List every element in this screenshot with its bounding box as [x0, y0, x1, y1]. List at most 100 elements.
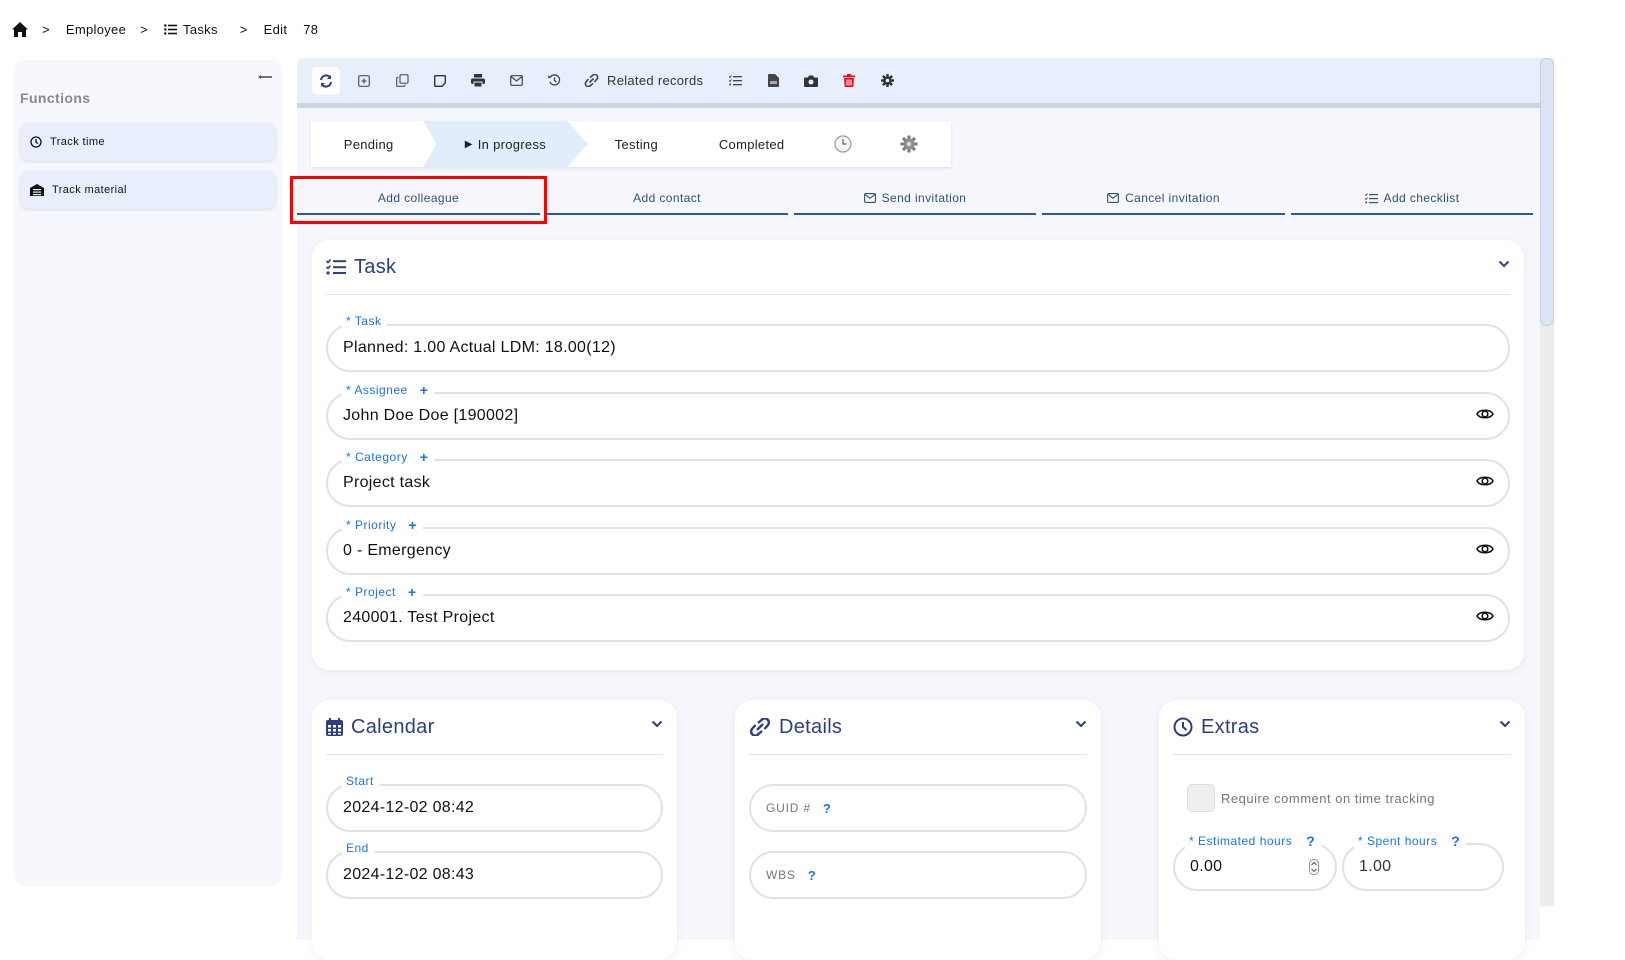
action-label: Add checklist — [1383, 191, 1460, 205]
home-icon[interactable] — [12, 21, 28, 37]
help-icon[interactable]: ? — [1451, 833, 1460, 849]
eye-icon[interactable] — [1476, 542, 1494, 556]
action-tabs: Add colleague Add contact Send invitatio… — [290, 176, 1540, 224]
step-testing[interactable]: Testing — [587, 121, 685, 167]
step-in-progress[interactable]: ▶ In progress — [423, 121, 588, 167]
sidebar-title: Functions — [20, 90, 91, 106]
field-label: * Project + — [342, 584, 423, 600]
vertical-scrollbar[interactable] — [1540, 58, 1554, 906]
refresh-button[interactable] — [312, 66, 340, 95]
eye-icon[interactable] — [1476, 407, 1494, 421]
field-placeholder: WBS? — [766, 868, 816, 883]
camera-button[interactable] — [797, 67, 825, 95]
chevron-down-icon[interactable] — [1498, 260, 1510, 268]
calendar-icon — [326, 718, 343, 736]
chevron-down-icon[interactable] — [651, 720, 663, 728]
clock-icon — [30, 136, 42, 148]
refresh-icon — [320, 73, 332, 88]
field-label: * Category + — [342, 449, 435, 465]
related-records-button[interactable]: Related records — [584, 73, 703, 88]
checklist-button[interactable] — [721, 67, 749, 95]
add-project-button[interactable]: + — [408, 584, 417, 600]
task-field[interactable]: * Task Planned: 1.00 Actual LDM: 18.00(1… — [326, 314, 1510, 372]
step-clock-button[interactable] — [818, 121, 867, 167]
add-assignee-button[interactable]: + — [420, 382, 429, 398]
email-button[interactable] — [502, 67, 530, 95]
scrollbar-thumb[interactable] — [1540, 58, 1554, 326]
field-value: Project task — [343, 474, 431, 491]
checklist-icon — [1364, 192, 1378, 203]
chevron-right-icon: > — [239, 21, 248, 37]
plus-square-icon — [358, 74, 370, 87]
field-label: * Spent hours? — [1354, 833, 1467, 849]
number-stepper-icon[interactable] — [1309, 859, 1319, 875]
field-placeholder: GUID #? — [766, 801, 832, 816]
help-icon[interactable]: ? — [808, 868, 817, 883]
add-colleague-button[interactable]: Add colleague — [290, 176, 547, 224]
breadcrumb-tasks[interactable]: Tasks — [164, 22, 218, 37]
step-pending[interactable]: Pending — [311, 121, 426, 167]
field-label: Start — [342, 774, 380, 788]
field-label: * Task — [342, 314, 388, 328]
chevron-down-icon[interactable] — [1499, 720, 1511, 728]
pdf-button[interactable] — [759, 67, 787, 95]
camera-icon — [804, 75, 819, 87]
collapse-left-icon[interactable] — [258, 68, 274, 80]
copy-button[interactable] — [388, 67, 416, 95]
delete-button[interactable] — [835, 67, 863, 95]
extras-card-header: Extras — [1173, 700, 1511, 755]
sidebar-item-track-time[interactable]: Track time — [20, 123, 276, 161]
spent-hours-field[interactable]: * Spent hours? 1.00 — [1342, 833, 1504, 891]
chevron-down-icon[interactable] — [1075, 720, 1087, 728]
field-value: 1.00 — [1359, 858, 1392, 875]
step-completed[interactable]: Completed — [685, 121, 818, 167]
add-priority-button[interactable]: + — [408, 517, 417, 533]
project-field[interactable]: * Project + 240001. Test Project — [326, 584, 1510, 642]
add-button[interactable] — [350, 67, 378, 95]
guid-field[interactable]: GUID #? — [749, 784, 1087, 832]
help-icon[interactable]: ? — [823, 801, 832, 816]
field-value: 0 - Emergency — [343, 542, 451, 559]
breadcrumb: > Employee > Tasks > Edit 78 — [12, 18, 318, 40]
start-date-field[interactable]: Start 2024-12-02 08:42 — [326, 774, 663, 832]
card-title: Calendar — [351, 715, 435, 738]
eye-icon[interactable] — [1476, 609, 1494, 623]
label-text: * Project — [346, 585, 396, 599]
cancel-invitation-button[interactable]: Cancel invitation — [1042, 183, 1285, 215]
wbs-field[interactable]: WBS? — [749, 851, 1087, 899]
step-label: In progress — [477, 136, 547, 152]
estimated-hours-field[interactable]: * Estimated hours? 0.00 — [1173, 833, 1337, 891]
step-settings-button[interactable] — [867, 121, 951, 167]
copy-icon — [395, 74, 409, 87]
sidebar-item-track-material[interactable]: Track material — [20, 171, 276, 209]
breadcrumb-employee[interactable]: Employee — [66, 22, 126, 37]
history-button[interactable] — [540, 67, 568, 95]
assignee-field[interactable]: * Assignee + John Doe Doe [190002] — [326, 382, 1510, 440]
add-category-button[interactable]: + — [420, 449, 429, 465]
label-text: * Spent hours — [1358, 834, 1438, 848]
add-contact-button[interactable]: Add contact — [546, 183, 788, 215]
priority-field[interactable]: * Priority + 0 - Emergency — [326, 517, 1510, 575]
play-icon: ▶ — [464, 138, 473, 150]
send-invitation-button[interactable]: Send invitation — [794, 183, 1036, 215]
add-checklist-button[interactable]: Add checklist — [1291, 183, 1533, 215]
note-button[interactable] — [426, 67, 454, 95]
placeholder-text: WBS — [766, 868, 796, 882]
field-value: John Doe Doe [190002] — [343, 407, 519, 424]
require-comment-checkbox[interactable] — [1187, 784, 1215, 812]
field-value: 2024-12-02 08:42 — [343, 799, 475, 816]
end-date-field[interactable]: End 2024-12-02 08:43 — [326, 841, 663, 899]
warehouse-icon — [30, 184, 44, 196]
label-text: End — [346, 841, 369, 855]
envelope-icon — [863, 193, 876, 203]
require-comment-row: Require comment on time tracking — [1187, 784, 1435, 812]
task-card: Task * Task Planned: 1.00 Actual LDM: 18… — [312, 240, 1524, 670]
category-field[interactable]: * Category + Project task — [326, 449, 1510, 507]
help-icon[interactable]: ? — [1306, 833, 1315, 849]
print-button[interactable] — [464, 67, 492, 95]
task-card-header: Task — [326, 240, 1510, 295]
history-icon — [547, 74, 560, 86]
settings-button[interactable] — [873, 67, 901, 95]
envelope-icon — [1107, 193, 1120, 203]
eye-icon[interactable] — [1476, 474, 1494, 488]
